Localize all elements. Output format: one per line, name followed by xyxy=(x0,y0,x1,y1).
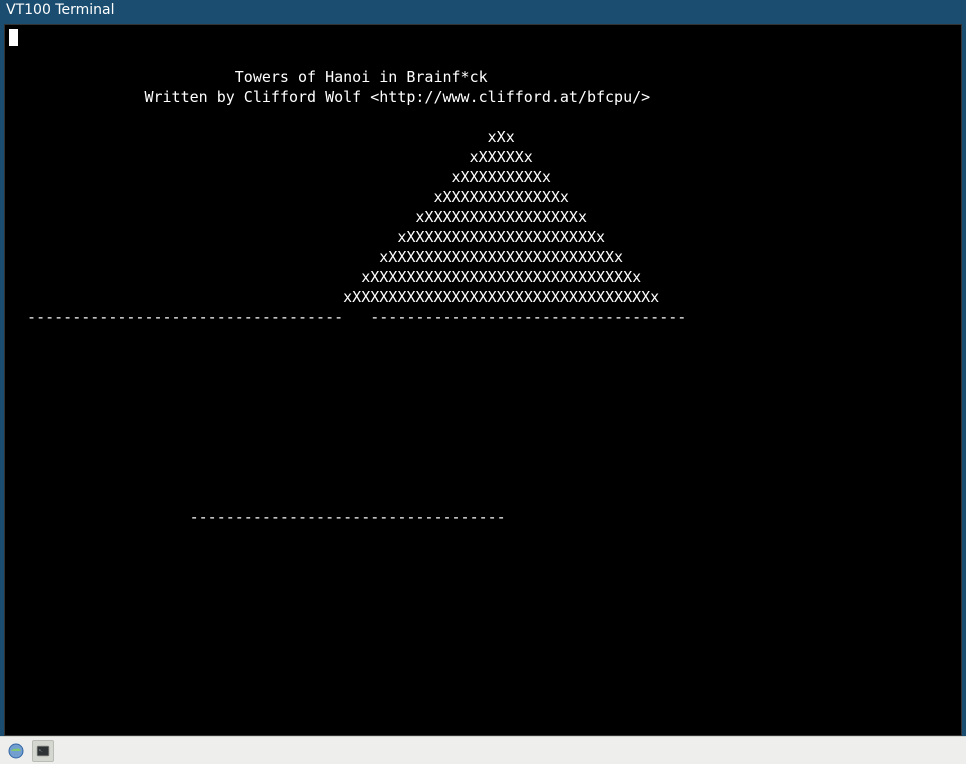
terminal-window[interactable]: Towers of Hanoi in Brainf*ck Written by … xyxy=(4,24,962,736)
show-desktop-button[interactable] xyxy=(6,741,26,761)
terminal-content: Towers of Hanoi in Brainf*ck Written by … xyxy=(5,25,961,529)
terminal-line-14: ----------------------------------- ----… xyxy=(9,308,686,326)
terminal-line-11: xXXXXXXXXXXXXXXXXXXXXXXXXXx xyxy=(9,248,623,266)
terminal-line-6: xXXXXXx xyxy=(9,148,533,166)
terminal-line-10: xXXXXXXXXXXXXXXXXXXXXXx xyxy=(9,228,605,246)
terminal-line-9: xXXXXXXXXXXXXXXXXXx xyxy=(9,208,587,226)
terminal-line-8: xXXXXXXXXXXXXXx xyxy=(9,188,569,206)
cursor xyxy=(9,29,18,46)
terminal-line-24: ----------------------------------- xyxy=(9,508,506,526)
desktop-icon xyxy=(8,743,24,759)
svg-text:>_: >_ xyxy=(39,748,43,752)
terminal-line-13: xXXXXXXXXXXXXXXXXXXXXXXXXXXXXXXXXXx xyxy=(9,288,659,306)
terminal-icon: >_ xyxy=(36,744,50,758)
terminal-line-12: xXXXXXXXXXXXXXXXXXXXXXXXXXXXXXx xyxy=(9,268,641,286)
title-bar: VT100 Terminal xyxy=(0,0,966,20)
terminal-line-3: Written by Clifford Wolf <http://www.cli… xyxy=(9,88,650,106)
taskbar-app-terminal[interactable]: >_ xyxy=(32,740,54,762)
taskbar: >_ xyxy=(0,736,966,764)
terminal-line-5: xXx xyxy=(9,128,515,146)
terminal-line-7: xXXXXXXXXXx xyxy=(9,168,551,186)
terminal-line-2: Towers of Hanoi in Brainf*ck xyxy=(9,68,488,86)
window-title: VT100 Terminal xyxy=(6,2,114,18)
